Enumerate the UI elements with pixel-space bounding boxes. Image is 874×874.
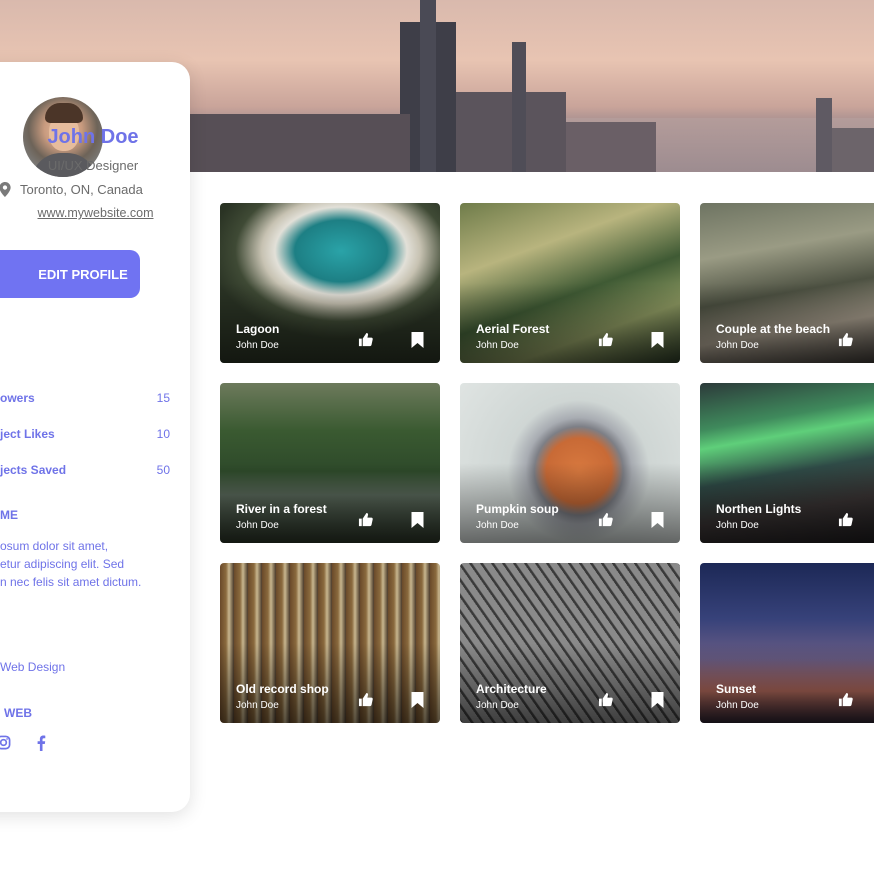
about-line: etur adipiscing elit. Sed: [0, 557, 125, 571]
bookmark-icon[interactable]: [411, 512, 424, 528]
facebook-icon[interactable]: [35, 735, 47, 756]
tile-title: Aerial Forest: [476, 322, 550, 336]
like-icon[interactable]: [598, 332, 613, 347]
hero-city-left: [190, 114, 410, 172]
bookmark-icon[interactable]: [651, 512, 664, 528]
tile-author: John Doe: [236, 340, 279, 351]
gallery-tile[interactable]: Sunset John Doe: [700, 563, 874, 723]
like-icon[interactable]: [598, 692, 613, 707]
like-icon[interactable]: [838, 332, 853, 347]
hero-city-right: [566, 122, 656, 172]
bookmark-icon[interactable]: [651, 692, 664, 708]
edit-profile-button[interactable]: EDIT PROFILE: [0, 250, 140, 298]
about-title: ME: [0, 508, 18, 522]
like-icon[interactable]: [358, 332, 373, 347]
stat-label: owers: [0, 391, 35, 405]
tile-author: John Doe: [236, 520, 279, 531]
gallery-tile[interactable]: Northen Lights John Doe: [700, 383, 874, 543]
location-text: Toronto, ON, Canada: [20, 182, 143, 197]
profile-name: John Doe: [47, 126, 139, 148]
hero-city-mid: [456, 92, 566, 172]
gallery-tile[interactable]: Pumpkin soup John Doe: [460, 383, 680, 543]
tile-title: Northen Lights: [716, 502, 802, 516]
stat-label: jects Saved: [0, 463, 67, 477]
avatar-hair: [45, 103, 83, 123]
stat-row: owers 15: [0, 391, 174, 405]
hero-spire: [420, 0, 436, 172]
stat-value: 50: [156, 463, 170, 477]
about-line: osum dolor sit amet,: [0, 539, 109, 553]
like-icon[interactable]: [598, 512, 613, 527]
like-icon[interactable]: [838, 512, 853, 527]
stat-value: 10: [156, 427, 170, 441]
tile-title: Old record shop: [236, 682, 329, 696]
like-icon[interactable]: [358, 692, 373, 707]
hero-far-tower: [816, 98, 832, 172]
gallery-tile[interactable]: Aerial Forest John Doe: [460, 203, 680, 363]
gallery-tile[interactable]: River in a forest John Doe: [220, 383, 440, 543]
gallery-tile[interactable]: Lagoon John Doe: [220, 203, 440, 363]
gallery-tile[interactable]: Architecture John Doe: [460, 563, 680, 723]
tile-author: John Doe: [476, 700, 519, 711]
profile-role: UI/UX Designer: [47, 158, 139, 173]
tile-title: Pumpkin soup: [476, 502, 559, 516]
stat-row: ject Likes 10: [0, 427, 174, 441]
website-link[interactable]: www.mywebsite.com: [0, 206, 191, 220]
like-icon[interactable]: [358, 512, 373, 527]
skill-item: Web Design: [0, 660, 66, 674]
gallery-tile[interactable]: Old record shop John Doe: [220, 563, 440, 723]
about-line: n nec felis sit amet dictum.: [0, 575, 142, 589]
stat-value: 15: [156, 391, 170, 405]
like-icon[interactable]: [838, 692, 853, 707]
stat-label: ject Likes: [0, 427, 55, 441]
tile-author: John Doe: [476, 340, 519, 351]
tile-author: John Doe: [476, 520, 519, 531]
hero-far-city: [832, 128, 874, 172]
tile-author: John Doe: [716, 700, 759, 711]
tile-title: Lagoon: [236, 322, 280, 336]
stat-row: jects Saved 50: [0, 463, 174, 477]
gallery-tile[interactable]: Couple at the beach John Doe: [700, 203, 874, 363]
hero-tower: [512, 42, 526, 172]
tile-title: River in a forest: [236, 502, 327, 516]
bookmark-icon[interactable]: [411, 692, 424, 708]
instagram-icon[interactable]: [0, 735, 11, 755]
about-text: osum dolor sit amet, etur adipiscing eli…: [0, 537, 141, 591]
location-pin-icon: [0, 182, 11, 197]
tile-title: Couple at the beach: [716, 322, 831, 336]
tile-title: Sunset: [716, 682, 757, 696]
bookmark-icon[interactable]: [411, 332, 424, 348]
tile-author: John Doe: [236, 700, 279, 711]
bookmark-icon[interactable]: [651, 332, 664, 348]
web-title: WEB: [4, 706, 32, 720]
tile-title: Architecture: [476, 682, 547, 696]
tile-author: John Doe: [716, 340, 759, 351]
tile-author: John Doe: [716, 520, 759, 531]
profile-location: Toronto, ON, Canada: [0, 182, 143, 197]
